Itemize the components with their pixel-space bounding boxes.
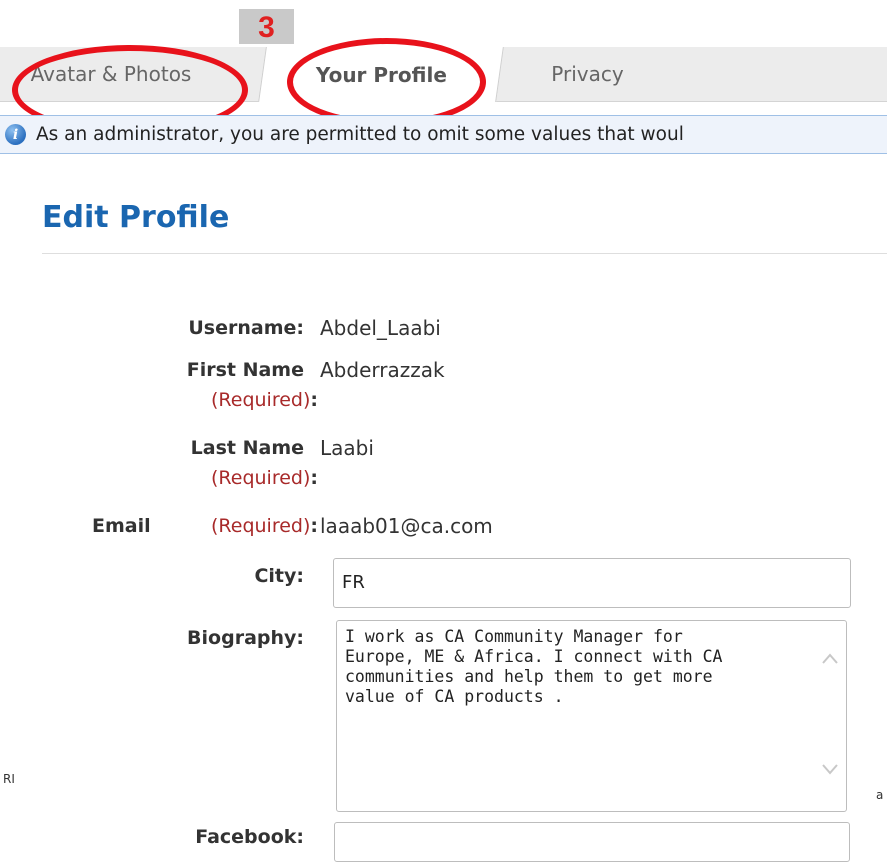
last-name-colon: : (310, 467, 318, 489)
tab-your-profile-label: Your Profile (315, 62, 447, 87)
facebook-label: Facebook: (195, 826, 304, 848)
biography-label: Biography: (187, 627, 304, 649)
title-divider (42, 253, 887, 254)
tab-avatar-photos[interactable]: Avatar & Photos (0, 47, 262, 101)
scroll-up-icon[interactable] (820, 649, 840, 669)
first-name-label: First Name (186, 359, 304, 381)
last-name-value: Laabi (320, 436, 374, 460)
username-label: Username: (188, 317, 304, 339)
first-name-required-tag: (Required) (211, 389, 311, 411)
email-value: laaab01@ca.com (320, 514, 493, 538)
last-name-label: Last Name (190, 437, 304, 459)
last-name-required-label: (Required): (100, 467, 318, 489)
tab-privacy[interactable]: Privacy (520, 47, 655, 101)
page-title: Edit Profile (42, 200, 230, 235)
email-required-tag: (Required) (211, 515, 311, 537)
tab-privacy-label: Privacy (551, 62, 624, 86)
last-name-required-tag: (Required) (211, 467, 311, 489)
first-name-colon: : (310, 389, 318, 411)
email-required-label: (Required): (100, 515, 318, 537)
admin-info-bar: i As an administrator, you are permitted… (0, 115, 887, 154)
city-input-value: FR (342, 572, 365, 593)
biography-text: I work as CA Community Manager for Europ… (345, 627, 723, 706)
edge-text-fragment-right: a (876, 788, 884, 802)
admin-info-message: As an administrator, you are permitted t… (36, 124, 684, 145)
first-name-value: Abderrazzak (320, 358, 445, 382)
email-colon: : (310, 515, 318, 537)
biography-textarea[interactable]: I work as CA Community Manager for Europ… (336, 620, 847, 812)
facebook-input[interactable] (334, 822, 850, 862)
step-number-badge: 3 (239, 9, 294, 44)
tab-your-profile[interactable]: Your Profile (258, 47, 504, 102)
profile-tab-bar: Avatar & Photos Your Profile Privacy (0, 47, 887, 102)
edge-text-fragment-left: RI (3, 772, 15, 786)
info-icon: i (5, 124, 26, 145)
username-value: Abdel_Laabi (320, 316, 441, 340)
first-name-required-label: (Required): (100, 389, 318, 411)
city-input[interactable]: FR (333, 558, 851, 608)
scroll-down-icon[interactable] (820, 759, 840, 779)
tab-avatar-photos-label: Avatar & Photos (30, 62, 192, 86)
city-label: City: (254, 565, 304, 587)
